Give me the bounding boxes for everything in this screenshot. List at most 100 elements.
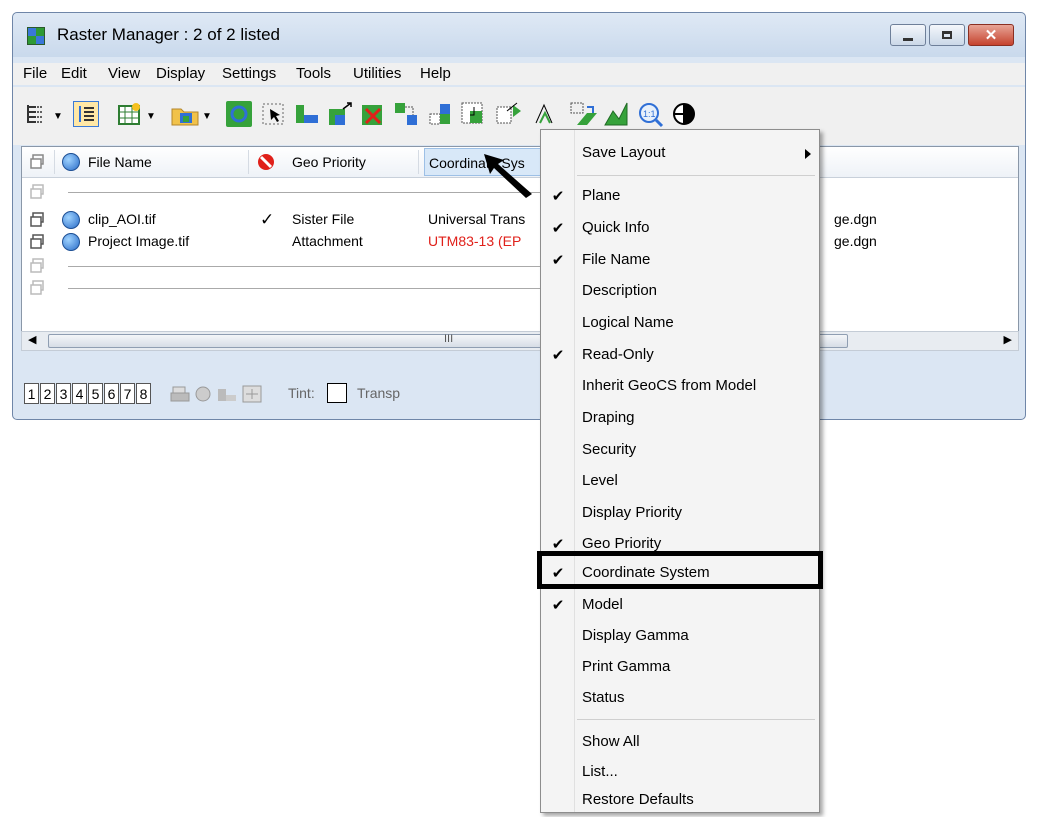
list-placeholder-row xyxy=(22,277,1018,299)
column-context-menu: Save Layout ✔ Plane ✔ Quick Info ✔ File … xyxy=(540,129,820,813)
menu-tools[interactable]: Tools xyxy=(296,65,331,82)
detach-raster-icon[interactable] xyxy=(360,101,386,127)
mosaic-icon[interactable] xyxy=(427,101,453,127)
table-row[interactable]: clip_AOI.tif ✓ Sister File Universal Tra… xyxy=(22,209,1018,231)
close-button[interactable]: ✕ xyxy=(968,24,1014,46)
new-raster-icon[interactable] xyxy=(116,101,142,127)
menu-item-quick-info[interactable]: ✔ Quick Info xyxy=(541,212,819,244)
menu-item-label: Display Priority xyxy=(582,504,683,521)
print-icon[interactable] xyxy=(170,385,190,407)
view-button-3[interactable]: 3 xyxy=(56,383,71,404)
new-raster-dropdown-icon[interactable]: ▼ xyxy=(146,111,156,122)
menu-item-inherit-geocs[interactable]: Inherit GeoCS from Model xyxy=(541,370,819,402)
checkmark-icon: ✔ xyxy=(551,220,565,237)
minimize-button[interactable] xyxy=(890,24,926,46)
menu-item-file-name[interactable]: ✔ File Name xyxy=(541,244,819,276)
close-icon: ✕ xyxy=(984,27,998,44)
menu-file[interactable]: File xyxy=(23,65,47,82)
menu-item-level[interactable]: Level xyxy=(541,465,819,497)
quick-info-icon[interactable] xyxy=(62,211,80,229)
zoom-1-1-icon[interactable]: 1:1 xyxy=(637,101,664,128)
menu-help[interactable]: Help xyxy=(420,65,451,82)
attach-row-icon xyxy=(30,184,46,203)
attach-row-icon xyxy=(30,280,46,299)
move-raster-icon[interactable] xyxy=(294,101,320,127)
menu-item-label: Level xyxy=(582,472,618,489)
attach-row-icon xyxy=(30,234,46,253)
menu-display[interactable]: Display xyxy=(156,65,205,82)
maximize-button[interactable] xyxy=(929,24,965,46)
toolbar: ▼ ▼ ▼ 1:1 xyxy=(13,87,1025,145)
quick-info-icon[interactable] xyxy=(62,233,80,251)
table-row[interactable]: Project Image.tif Attachment UTM83-13 (E… xyxy=(22,231,1018,253)
menu-item-restore-defaults[interactable]: Restore Defaults xyxy=(541,784,819,816)
menu-item-label: Save Layout xyxy=(582,144,666,161)
histogram-icon[interactable] xyxy=(603,101,629,127)
menu-item-read-only[interactable]: ✔ Read-Only xyxy=(541,339,819,371)
attach-column-icon[interactable] xyxy=(30,154,46,174)
title-bar[interactable]: Raster Manager : 2 of 2 listed ✕ xyxy=(13,13,1025,57)
tint-label: Tint: xyxy=(288,385,315,401)
svg-text:1:1: 1:1 xyxy=(643,109,656,119)
geo-reference-icon[interactable] xyxy=(569,101,597,127)
maximize-icon xyxy=(942,31,952,39)
menu-item-security[interactable]: Security xyxy=(541,434,819,466)
menu-view[interactable]: View xyxy=(108,65,140,82)
menu-item-plane[interactable]: ✔ Plane xyxy=(541,180,819,212)
fit-icon[interactable] xyxy=(242,385,262,407)
clip-icon[interactable] xyxy=(460,101,486,127)
column-file-name[interactable]: File Name xyxy=(88,154,152,170)
model-cell: ge.dgn xyxy=(834,233,877,249)
list-view-icon[interactable] xyxy=(73,101,99,127)
menu-item-label: Print Gamma xyxy=(582,658,671,675)
minimize-icon xyxy=(903,37,913,41)
view-button-6[interactable]: 6 xyxy=(104,383,119,404)
raster-manager-icon xyxy=(27,27,45,45)
menu-item-display-priority[interactable]: Display Priority xyxy=(541,497,819,529)
scroll-right-icon[interactable]: ▶ xyxy=(1004,333,1012,346)
attach-raster-icon[interactable] xyxy=(170,101,199,127)
menu-settings[interactable]: Settings xyxy=(222,65,276,82)
menu-edit[interactable]: Edit xyxy=(61,65,87,82)
horizontal-scrollbar[interactable]: ◀ III ▶ xyxy=(21,331,1019,351)
menu-item-save-layout[interactable]: Save Layout xyxy=(541,137,819,169)
view-button-2[interactable]: 2 xyxy=(40,383,55,404)
menu-item-display-gamma[interactable]: Display Gamma xyxy=(541,620,819,652)
select-raster-icon[interactable] xyxy=(260,101,286,127)
tint-color-swatch[interactable] xyxy=(327,383,347,403)
view-button-1[interactable]: 1 xyxy=(24,383,39,404)
merge-raster-icon[interactable] xyxy=(393,101,419,127)
view-button-8[interactable]: 8 xyxy=(136,383,151,404)
read-only-column-icon[interactable] xyxy=(256,152,276,176)
transparency-icon[interactable] xyxy=(194,385,212,407)
rotate-icon[interactable] xyxy=(532,101,558,127)
menu-item-logical-name[interactable]: Logical Name xyxy=(541,307,819,339)
menu-item-model[interactable]: ✔ Model xyxy=(541,589,819,621)
display-globe-icon[interactable] xyxy=(671,101,697,127)
menu-item-label: Description xyxy=(582,282,658,299)
menu-item-description[interactable]: Description xyxy=(541,275,819,307)
view-button-7[interactable]: 7 xyxy=(120,383,135,404)
quick-info-column-icon[interactable] xyxy=(62,153,80,171)
menu-utilities[interactable]: Utilities xyxy=(353,65,401,82)
menu-item-status[interactable]: Status xyxy=(541,682,819,714)
priority-icon[interactable] xyxy=(217,385,237,407)
warp-icon[interactable] xyxy=(495,101,521,127)
transparency-label: Transp xyxy=(357,385,401,401)
view-button-5[interactable]: 5 xyxy=(88,383,103,404)
column-geo-priority[interactable]: Geo Priority xyxy=(292,154,366,170)
menu-item-label: Logical Name xyxy=(582,314,674,331)
scroll-left-icon[interactable]: ◀ xyxy=(28,333,36,346)
tree-view-dropdown-icon[interactable]: ▼ xyxy=(53,111,63,122)
coordinate-system-cell: Universal Trans xyxy=(428,211,526,227)
reload-icon[interactable] xyxy=(226,101,252,127)
scale-raster-icon[interactable] xyxy=(327,101,353,127)
coordinate-system-cell: UTM83-13 (EP xyxy=(428,233,522,249)
attach-dropdown-icon[interactable]: ▼ xyxy=(202,111,212,122)
view-button-4[interactable]: 4 xyxy=(72,383,87,404)
menu-item-print-gamma[interactable]: Print Gamma xyxy=(541,651,819,683)
tree-view-icon[interactable] xyxy=(23,101,49,127)
menu-item-draping[interactable]: Draping xyxy=(541,402,819,434)
menu-item-label: Plane xyxy=(582,187,621,204)
menu-item-show-all[interactable]: Show All xyxy=(541,726,819,758)
